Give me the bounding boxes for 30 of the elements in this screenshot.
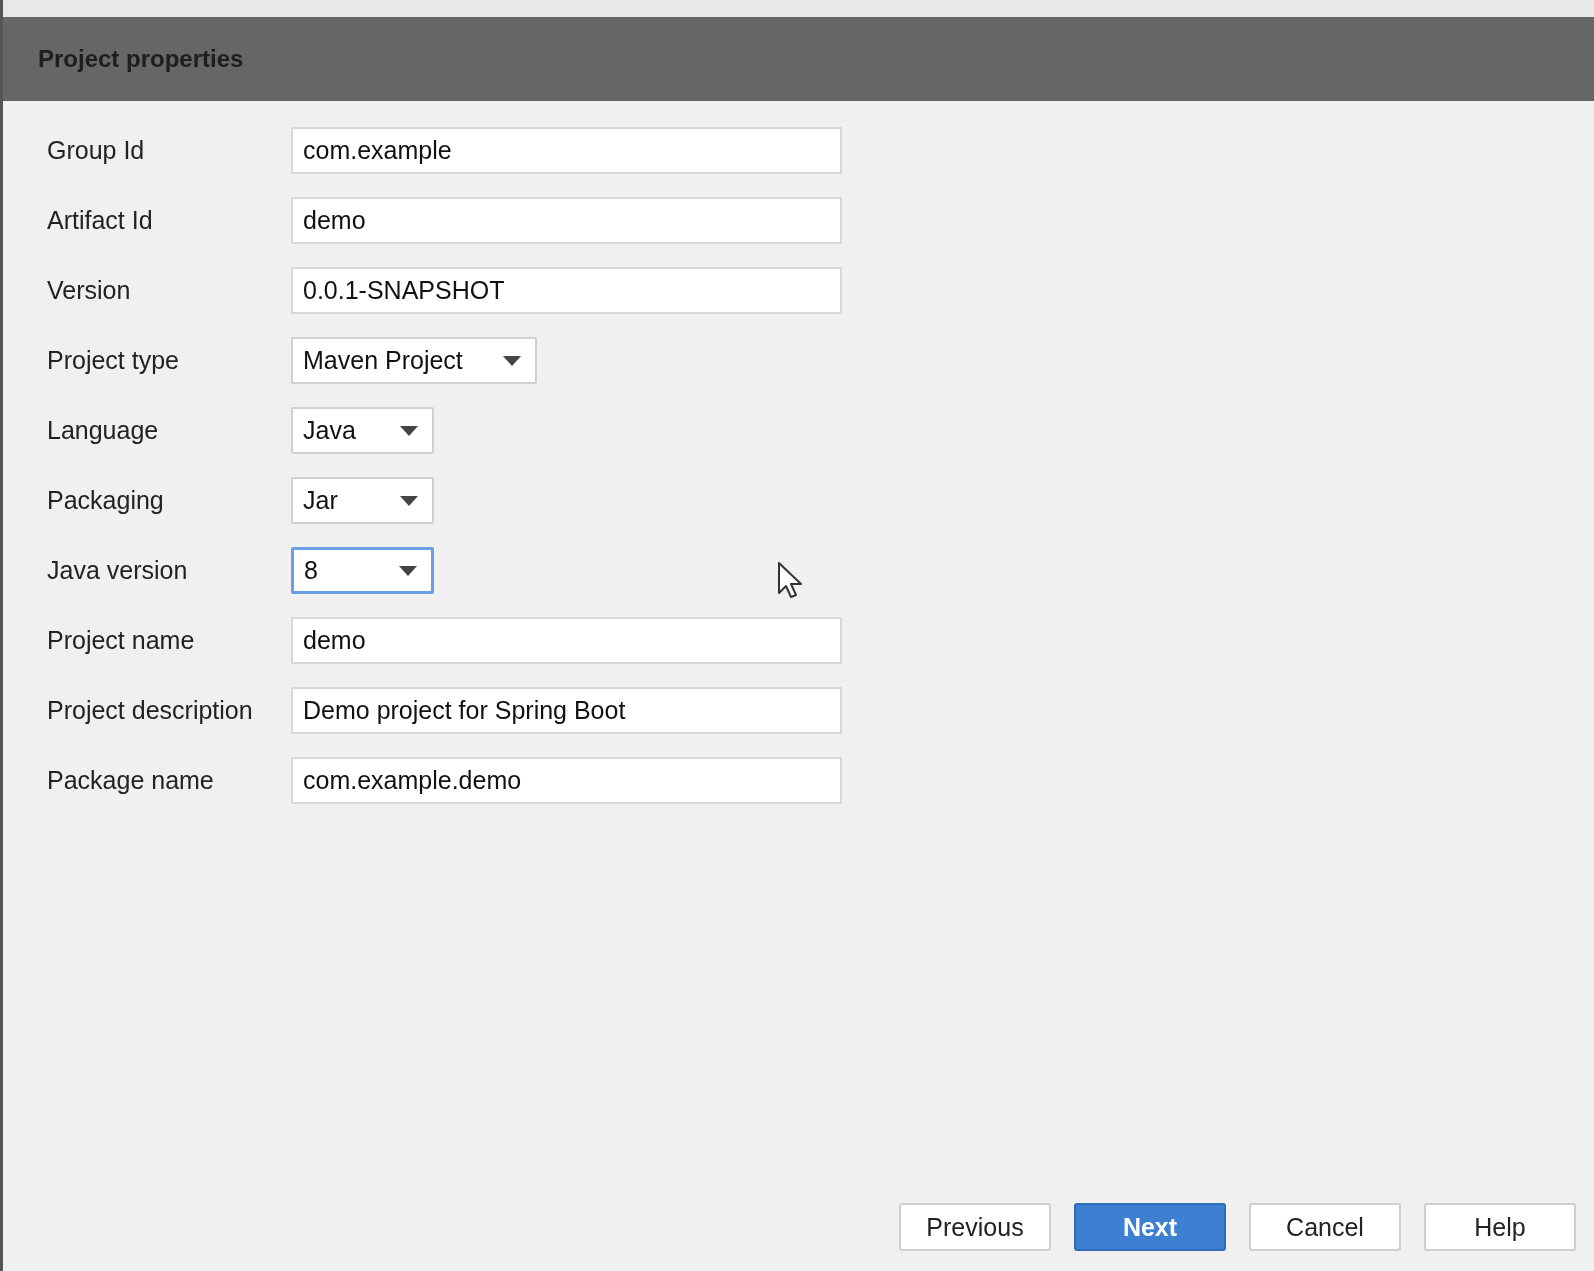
field-label: Artifact Id	[47, 206, 154, 235]
dialog-button[interactable]: Previous	[899, 1203, 1051, 1251]
caret-icon	[502, 355, 521, 366]
field-label: Java version	[47, 556, 189, 585]
dialog-title: Project properties	[38, 45, 244, 73]
text-field[interactable]: com.example	[291, 127, 842, 174]
field-label: Project name	[47, 626, 196, 655]
dropdown[interactable]: 8	[291, 547, 434, 594]
caret-icon	[400, 495, 418, 506]
dropdown[interactable]: Jar	[291, 477, 434, 524]
text-field[interactable]: com.example.demo	[291, 757, 842, 804]
field-label: Project type	[47, 346, 180, 375]
caret-icon	[400, 425, 418, 436]
dropdown[interactable]: Java	[291, 407, 434, 454]
caret-icon	[399, 565, 417, 576]
field-label: Group Id	[47, 136, 146, 165]
dropdown[interactable]: Maven Project	[291, 337, 537, 384]
dialog-button[interactable]: Help	[1424, 1203, 1576, 1251]
field-label: Project description	[47, 696, 254, 725]
cursor-icon	[777, 561, 803, 599]
text-field[interactable]: 0.0.1-SNAPSHOT	[291, 267, 842, 314]
field-label: Language	[47, 416, 160, 445]
text-field[interactable]: demo	[291, 617, 842, 664]
dialog-button[interactable]: Cancel	[1249, 1203, 1401, 1251]
field-label: Version	[47, 276, 132, 305]
text-field[interactable]: demo	[291, 197, 842, 244]
dialog-button[interactable]: Next	[1074, 1203, 1226, 1251]
text-field[interactable]: Demo project for Spring Boot	[291, 687, 842, 734]
field-label: Packaging	[47, 486, 165, 515]
field-label: Package name	[47, 766, 215, 795]
